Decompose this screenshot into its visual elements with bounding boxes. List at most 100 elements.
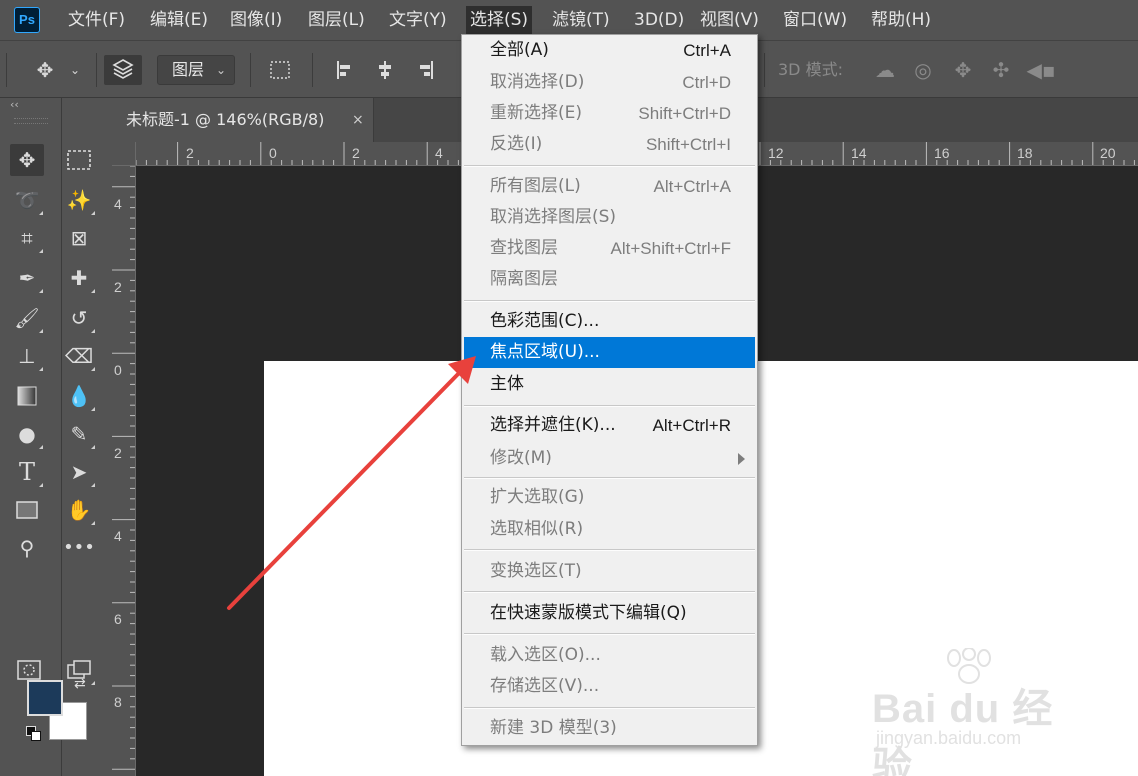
menu-item-shortcut: Ctrl+D: [682, 73, 731, 92]
default-colors-icon[interactable]: [26, 726, 42, 742]
menu-item-load-selection[interactable]: 载入选区(O)...: [464, 640, 755, 671]
menu-help[interactable]: 帮助(H): [871, 0, 931, 40]
menu-layer[interactable]: 图层(L): [308, 0, 365, 40]
menu-item-shortcut: Shift+Ctrl+D: [638, 104, 731, 123]
move-tool-icon[interactable]: ✥: [10, 144, 44, 176]
menu-item-save-selection[interactable]: 存储选区(V)...: [464, 671, 755, 702]
align-left-icon[interactable]: [330, 55, 360, 85]
menu-item-deselect[interactable]: 取消选择(D) Ctrl+D: [464, 67, 755, 98]
collapse-panel-icon[interactable]: ‹‹: [10, 98, 19, 111]
ruler-origin[interactable]: [112, 142, 136, 166]
ruler-label: 2: [114, 445, 122, 461]
menu-item-inverse[interactable]: 反选(I) Shift+Ctrl+I: [464, 129, 755, 160]
menu-edit[interactable]: 编辑(E): [150, 0, 208, 40]
path-selection-tool-icon[interactable]: ➤: [62, 456, 96, 488]
roll-3d-icon[interactable]: ◎: [908, 55, 938, 85]
move-tool-preset-icon[interactable]: ✥: [30, 55, 60, 85]
document-tab[interactable]: 未标题-1 @ 146%(RGB/8) ×: [112, 98, 374, 142]
pen-tool-icon[interactable]: ✎: [62, 418, 96, 450]
gradient-tool-icon[interactable]: [10, 380, 44, 412]
menu-item-quick-mask-edit[interactable]: 在快速蒙版模式下编辑(Q): [464, 598, 755, 629]
align-center-icon[interactable]: [370, 55, 400, 85]
menu-item-transform-selection[interactable]: 变换选区(T): [464, 556, 755, 587]
healing-brush-tool-icon[interactable]: ✚: [62, 262, 96, 294]
menu-item-shortcut: Alt+Shift+Ctrl+F: [610, 239, 731, 258]
menu-item-grow[interactable]: 扩大选取(G): [464, 482, 755, 513]
foreground-color-swatch[interactable]: [27, 680, 63, 716]
scale-3d-icon[interactable]: ◀▪: [1026, 55, 1056, 85]
brush-tool-icon[interactable]: 🖌: [10, 302, 44, 334]
menu-item-reselect[interactable]: 重新选择(E) Shift+Ctrl+D: [464, 98, 755, 129]
pan-3d-icon[interactable]: ✥: [948, 55, 978, 85]
menu-item-label: 所有图层(L): [490, 176, 581, 196]
hand-tool-icon[interactable]: ✋: [62, 494, 96, 526]
lasso-tool-icon[interactable]: ➰: [10, 184, 44, 216]
menu-item-label: 变换选区(T): [490, 561, 582, 581]
panel-grip[interactable]: [14, 118, 48, 124]
menu-item-find-layers[interactable]: 查找图层 Alt+Shift+Ctrl+F: [464, 233, 755, 264]
document-tab-title: 未标题-1 @ 146%(RGB/8): [126, 110, 325, 129]
menu-separator: [464, 300, 755, 302]
menu-item-focus-area[interactable]: 焦点区域(U)...: [464, 337, 755, 368]
menu-image[interactable]: 图像(I): [230, 0, 282, 40]
menu-item-similar[interactable]: 选取相似(R): [464, 514, 755, 545]
menu-item-select-and-mask[interactable]: 选择并遮住(K)... Alt+Ctrl+R: [464, 410, 755, 441]
menu-item-all-layers[interactable]: 所有图层(L) Alt+Ctrl+A: [464, 171, 755, 202]
type-tool-icon[interactable]: T: [10, 456, 44, 488]
baidu-jingyan-watermark: Bai du 经验 jingyan.baidu.com: [872, 648, 1082, 776]
menu-item-label: 全部(A): [490, 40, 549, 60]
menu-item-subject[interactable]: 主体: [464, 369, 755, 400]
dodge-tool-icon[interactable]: ●: [10, 418, 44, 450]
menu-item-isolate-layers[interactable]: 隔离图层: [464, 264, 755, 295]
menu-item-label: 焦点区域(U)...: [490, 342, 600, 362]
auto-select-icon[interactable]: [104, 55, 142, 85]
zoom-tool-icon[interactable]: ⚲: [10, 532, 44, 564]
menu-item-label: 存储选区(V)...: [490, 676, 600, 696]
eyedropper-tool-icon[interactable]: ✒: [10, 262, 44, 294]
menu-item-label: 取消选择(D): [490, 72, 585, 92]
menu-item-new-3d-model[interactable]: 新建 3D 模型(3): [464, 713, 755, 744]
magic-wand-tool-icon[interactable]: ✨: [62, 184, 96, 216]
blur-tool-icon[interactable]: 💧: [62, 380, 96, 412]
chevron-down-icon[interactable]: ⌄: [68, 55, 82, 85]
frame-tool-icon[interactable]: ⊠: [62, 222, 96, 254]
auto-select-target-dropdown[interactable]: 图层 ⌄: [157, 55, 235, 85]
eraser-tool-icon[interactable]: ⌫: [62, 340, 96, 372]
transform-controls-icon[interactable]: [264, 55, 296, 85]
menu-window[interactable]: 窗口(W): [783, 0, 847, 40]
menu-item-color-range[interactable]: 色彩范围(C)...: [464, 306, 755, 337]
photoshop-logo: Ps: [14, 7, 40, 33]
menu-select[interactable]: 选择(S): [466, 6, 533, 34]
rectangular-marquee-tool-icon[interactable]: [62, 144, 96, 176]
ruler-label: 6: [114, 611, 122, 627]
more-tools-icon[interactable]: •••: [62, 532, 96, 564]
ruler-label: 2: [114, 279, 122, 295]
menu-item-modify[interactable]: 修改(M): [464, 443, 755, 474]
ruler-label: 0: [114, 362, 122, 378]
vertical-ruler[interactable]: 4 2 0 2 4 6 8: [112, 166, 136, 776]
slide-3d-icon[interactable]: ✣: [986, 55, 1016, 85]
align-right-icon[interactable]: [410, 55, 440, 85]
chevron-down-icon: ⌄: [215, 63, 226, 77]
screen-mode-icon[interactable]: [62, 654, 96, 686]
ruler-label: 4: [114, 196, 122, 212]
rectangle-tool-icon[interactable]: [10, 494, 44, 526]
menu-type[interactable]: 文字(Y): [389, 0, 447, 40]
menu-item-label: 反选(I): [490, 134, 543, 154]
menu-file[interactable]: 文件(F): [68, 0, 125, 40]
orbit-3d-icon[interactable]: ☁: [870, 55, 900, 85]
ruler-label: 2: [186, 145, 194, 161]
ruler-label: 0: [269, 145, 277, 161]
menu-item-deselect-layers[interactable]: 取消选择图层(S): [464, 202, 755, 233]
menu-item-label: 扩大选取(G): [490, 487, 585, 507]
ruler-label: 4: [114, 528, 122, 544]
menu-item-shortcut: Alt+Ctrl+A: [653, 177, 731, 196]
menu-item-label: 选择并遮住(K)...: [490, 415, 616, 435]
history-brush-tool-icon[interactable]: ↺: [62, 302, 96, 334]
crop-tool-icon[interactable]: ⌗: [10, 222, 44, 254]
menu-separator: [464, 165, 755, 167]
clone-stamp-tool-icon[interactable]: ⊥: [10, 340, 44, 372]
close-icon[interactable]: ×: [352, 98, 364, 142]
menu-item-label: 选取相似(R): [490, 519, 584, 539]
menu-item-select-all[interactable]: 全部(A) Ctrl+A: [464, 35, 755, 66]
